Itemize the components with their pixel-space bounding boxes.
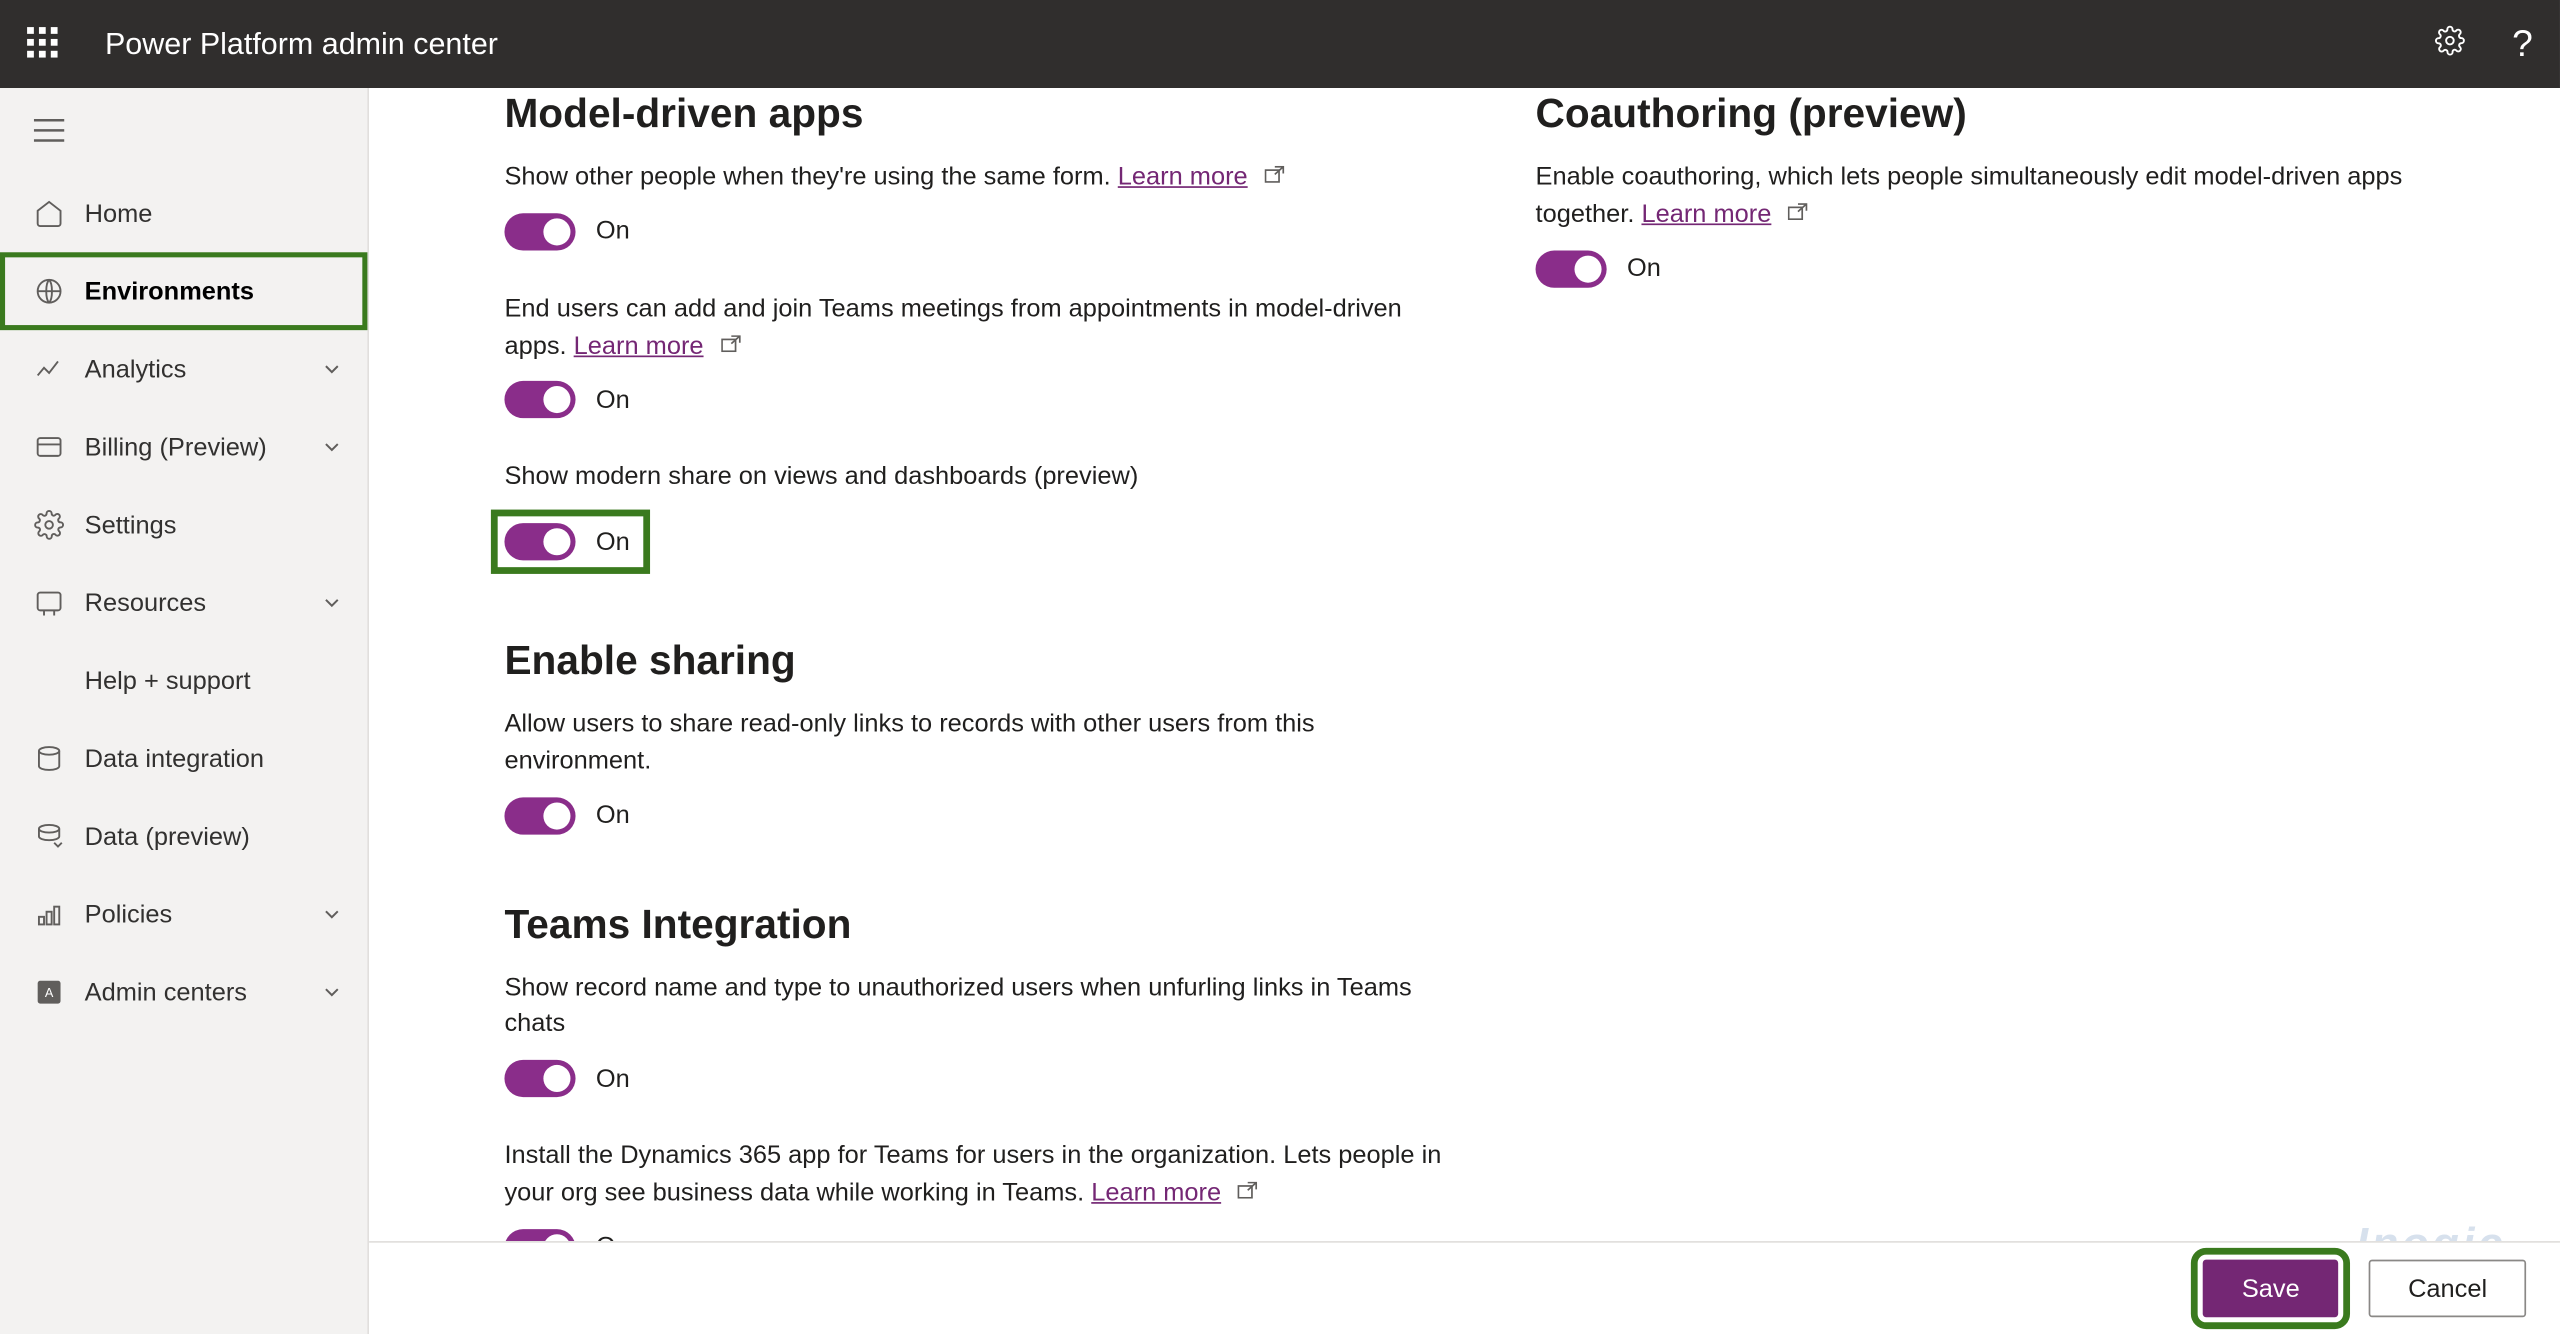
toggle-show-other-people[interactable] xyxy=(505,213,576,250)
toggle-state-label: On xyxy=(596,1064,630,1093)
external-link-icon xyxy=(721,326,741,343)
analytics-icon xyxy=(34,354,64,384)
globe-icon xyxy=(34,276,64,306)
sidebar-item-label: Resources xyxy=(85,588,320,617)
learn-more-link[interactable]: Learn more xyxy=(574,331,704,360)
sidebar-item-data-integration[interactable]: Data integration xyxy=(0,720,367,798)
external-link-icon xyxy=(1238,1173,1258,1190)
setting-description: Enable coauthoring, which lets people si… xyxy=(1536,159,2499,233)
admin-centers-icon: A xyxy=(34,977,64,1007)
toggle-state-label: On xyxy=(596,527,630,556)
setting-description: Show other people when they're using the… xyxy=(505,159,1468,196)
sidebar-item-label: Environments xyxy=(85,277,344,306)
external-link-icon xyxy=(1265,157,1285,174)
chevron-down-icon xyxy=(320,591,344,615)
section-heading-coauthoring: Coauthoring (preview) xyxy=(1536,91,2499,138)
sidebar-item-settings[interactable]: Settings xyxy=(0,486,367,564)
svg-text:A: A xyxy=(45,986,54,1000)
resources-icon xyxy=(34,588,64,618)
cancel-button[interactable]: Cancel xyxy=(2369,1260,2526,1318)
sidebar-item-label: Home xyxy=(85,199,344,228)
toggle-coauthoring[interactable] xyxy=(1536,250,1607,287)
toggle-state-label: On xyxy=(596,801,630,830)
learn-more-link[interactable]: Learn more xyxy=(1091,1178,1221,1207)
setting-description: Show modern share on views and dashboard… xyxy=(505,459,1468,496)
toggle-teams-record-name[interactable] xyxy=(505,1060,576,1097)
page-title: Power Platform admin center xyxy=(105,26,2434,62)
hamburger-icon[interactable] xyxy=(0,105,367,174)
sidebar-item-data-preview[interactable]: Data (preview) xyxy=(0,797,367,875)
chevron-down-icon xyxy=(320,980,344,1004)
help-icon[interactable]: ? xyxy=(2512,22,2533,66)
section-heading-model-driven: Model-driven apps xyxy=(505,91,1468,138)
policies-icon xyxy=(34,899,64,929)
data-preview-icon xyxy=(34,821,64,851)
sidebar-item-label: Settings xyxy=(85,510,344,539)
setting-description: Allow users to share read-only links to … xyxy=(505,706,1468,780)
chevron-down-icon xyxy=(320,902,344,926)
setting-description: End users can add and join Teams meeting… xyxy=(505,291,1468,365)
toggle-state-label: On xyxy=(596,217,630,246)
gear-icon[interactable] xyxy=(2434,25,2464,64)
sidebar-item-label: Data (preview) xyxy=(85,822,344,851)
toggle-enable-sharing[interactable] xyxy=(505,797,576,834)
sidebar-item-help[interactable]: Help + support xyxy=(0,642,367,720)
sidebar: Home Environments Analytics Billing (Pre… xyxy=(0,88,369,1334)
sidebar-item-label: Billing (Preview) xyxy=(85,433,320,462)
setting-description: Show record name and type to unauthorize… xyxy=(505,969,1468,1043)
external-link-icon xyxy=(1789,194,1809,211)
setting-description: Install the Dynamics 365 app for Teams f… xyxy=(505,1138,1468,1212)
settings-icon xyxy=(34,510,64,540)
sidebar-item-label: Help + support xyxy=(85,666,344,695)
sidebar-item-label: Analytics xyxy=(85,355,320,384)
headset-icon xyxy=(34,665,64,695)
sidebar-item-label: Policies xyxy=(85,900,320,929)
chevron-down-icon xyxy=(320,435,344,459)
sidebar-item-analytics[interactable]: Analytics xyxy=(0,330,367,408)
toggle-teams-meetings[interactable] xyxy=(505,381,576,418)
sidebar-item-label: Admin centers xyxy=(85,978,320,1007)
data-integration-icon xyxy=(34,743,64,773)
sidebar-item-policies[interactable]: Policies xyxy=(0,875,367,953)
topbar: Power Platform admin center ? xyxy=(0,0,2560,88)
sidebar-item-resources[interactable]: Resources xyxy=(0,564,367,642)
learn-more-link[interactable]: Learn more xyxy=(1118,163,1248,192)
sidebar-item-home[interactable]: Home xyxy=(0,174,367,252)
content-area: Model-driven apps Show other people when… xyxy=(369,88,2560,1334)
toggle-modern-share[interactable] xyxy=(505,523,576,560)
highlighted-toggle-modern-share: On xyxy=(494,513,646,571)
learn-more-link[interactable]: Learn more xyxy=(1642,199,1772,228)
sidebar-item-label: Data integration xyxy=(85,744,344,773)
save-button[interactable]: Save xyxy=(2203,1260,2339,1318)
chevron-down-icon xyxy=(320,357,344,381)
home-icon xyxy=(34,198,64,228)
bottom-action-bar: Save Cancel xyxy=(369,1241,2560,1334)
billing-icon xyxy=(34,432,64,462)
section-heading-enable-sharing: Enable sharing xyxy=(505,638,1468,685)
sidebar-item-environments[interactable]: Environments xyxy=(0,252,367,330)
app-launcher-icon[interactable] xyxy=(27,27,61,61)
section-heading-teams-integration: Teams Integration xyxy=(505,902,1468,949)
toggle-state-label: On xyxy=(596,386,630,415)
toggle-state-label: On xyxy=(1627,254,1661,283)
sidebar-item-admin-centers[interactable]: A Admin centers xyxy=(0,953,367,1031)
sidebar-item-billing[interactable]: Billing (Preview) xyxy=(0,408,367,486)
